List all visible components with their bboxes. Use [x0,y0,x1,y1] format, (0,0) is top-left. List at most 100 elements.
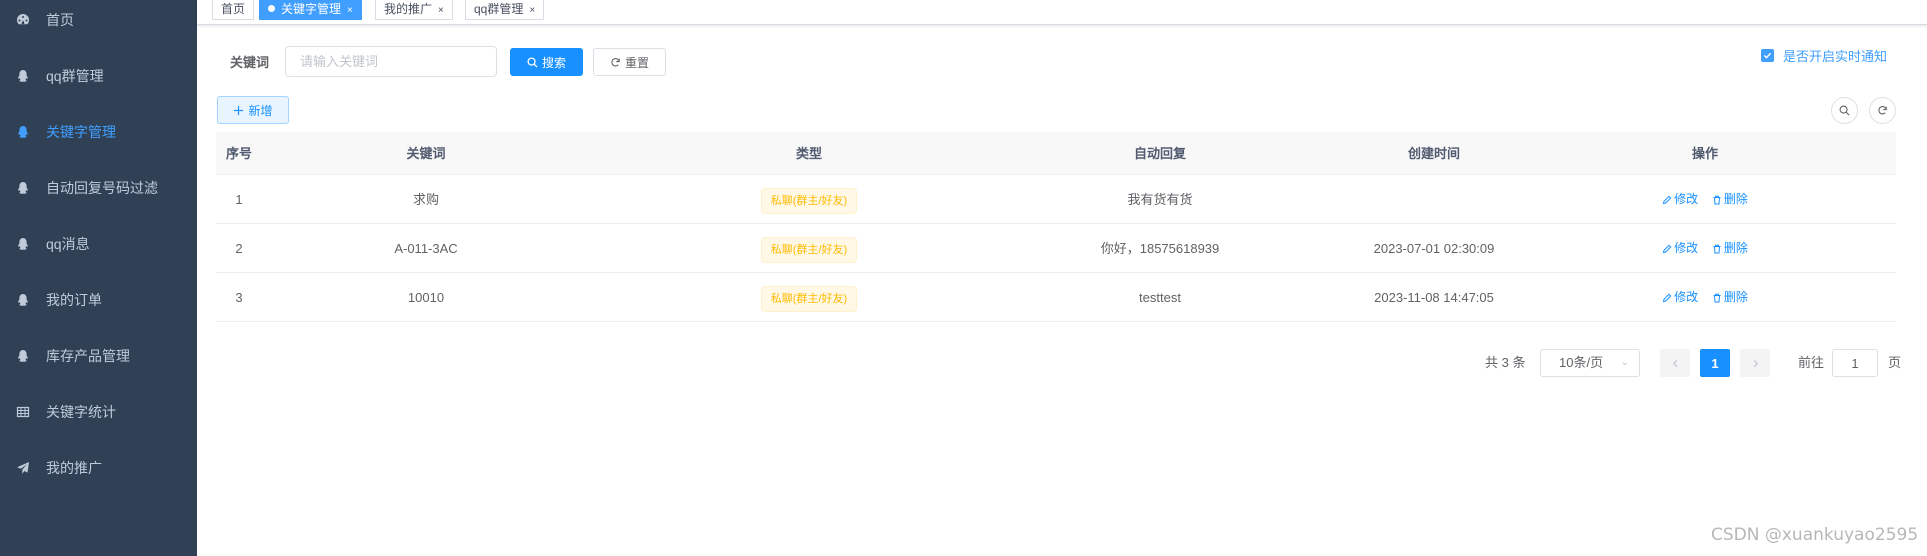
type-tag: 私聊(群主/好友) [760,285,858,312]
trash-icon [1713,293,1721,302]
delete-button[interactable]: 删除 [1712,224,1748,273]
close-icon[interactable]: × [438,5,444,16]
table-row: 3 10010 私聊(群主/好友) testtest 2023-11-08 14… [216,273,1896,322]
page-number-button[interactable]: 1 [1700,349,1730,377]
sidebar-item-label: 首页 [46,12,74,28]
edit-button[interactable]: 修改 [1662,224,1698,273]
sidebar-item-label: 我的推广 [46,460,102,476]
refresh-icon [1878,106,1887,115]
edit-button[interactable]: 修改 [1662,175,1698,224]
refresh-icon [611,57,620,66]
cell-index: 3 [235,290,243,305]
keyword-search-input[interactable] [285,46,497,77]
qq-icon [16,237,30,251]
search-icon [1839,105,1850,116]
realtime-notify-checkbox[interactable]: 是否开启实时通知 [1761,46,1887,65]
delete-label: 删除 [1723,241,1748,255]
next-page-button[interactable] [1740,349,1770,377]
page-size-value: 10条/页 [1559,355,1604,370]
qq-icon [16,349,30,363]
keyword-label: 关键词 [230,55,270,70]
sidebar-item-keyword-stats[interactable]: 关键字统计 [0,384,197,440]
search-button[interactable]: 搜索 [510,48,583,76]
delete-label: 删除 [1723,192,1748,206]
edit-button[interactable]: 修改 [1662,273,1698,322]
qq-icon [16,125,30,139]
table-header: 序号 关键词 类型 自动回复 创建时间 操作 [216,132,1896,175]
prev-page-button[interactable] [1660,349,1690,377]
tag-my-promotion[interactable]: 我的推广 × [375,0,453,20]
qq-icon [16,181,30,195]
cell-actions: 修改 删除 [1624,175,1786,224]
cell-keyword: A-011-3AC [394,241,458,256]
send-icon [16,461,30,475]
sidebar-item-label: 关键字统计 [46,404,116,420]
cell-actions: 修改 删除 [1624,224,1786,273]
qq-icon [16,293,30,307]
pagination-total: 共 3 条 [1485,355,1526,370]
column-header: 类型 [795,146,822,161]
column-header: 操作 [1691,146,1718,161]
cell-type: 私聊(群主/好友) [726,175,892,224]
search-icon [527,56,538,68]
tag-label: 关键字管理 [281,2,342,16]
sidebar-item-qq-messages[interactable]: qq消息 [0,216,197,272]
sidebar-item-my-orders[interactable]: 我的订单 [0,272,197,328]
qq-icon [16,69,30,83]
trash-icon [1713,244,1721,253]
goto-suffix: 页 [1888,355,1902,370]
refresh-table-button[interactable] [1869,97,1896,124]
cell-keyword: 求购 [412,192,439,207]
column-header: 序号 [225,146,252,161]
tag-keyword-management[interactable]: 关键字管理 × [259,0,362,20]
dashboard-icon [16,13,30,27]
reset-button[interactable]: 重置 [593,48,666,76]
plus-icon [234,105,244,115]
table-row: 1 求购 私聊(群主/好友) 我有货有货 修改 删除 [216,175,1896,224]
page-size-select[interactable]: 10条/页 ⌄ [1540,349,1640,377]
cell-type: 私聊(群主/好友) [726,273,892,322]
goto-page-input[interactable] [1832,349,1878,377]
tag-qq-groups[interactable]: qq群管理 × [465,0,545,20]
chevron-right-icon [1753,359,1758,367]
sidebar-item-label: 我的订单 [46,292,102,308]
column-header: 创建时间 [1407,146,1460,161]
cell-index: 2 [235,241,243,256]
close-icon[interactable]: × [529,5,535,16]
add-button-label: 新增 [248,103,273,118]
add-button[interactable]: 新增 [217,96,289,124]
main-content: 首页 关键字管理 × 我的推广 × qq群管理 × 关键词 搜索 重置 是否开启实时通… [197,0,1927,556]
sidebar-item-label: 自动回复号码过滤 [46,180,158,196]
reset-button-label: 重置 [624,55,649,70]
tags-view: 首页 关键字管理 × 我的推广 × qq群管理 × [197,0,1927,25]
cell-reply: 我有货有货 [1127,192,1193,207]
keyword-table: 序号 关键词 类型 自动回复 创建时间 操作 1 求购 私聊(群主/好友) 我有… [216,132,1896,322]
type-tag: 私聊(群主/好友) [760,236,858,263]
toggle-search-button[interactable] [1831,97,1858,124]
sidebar-item-auto-reply-filter[interactable]: 自动回复号码过滤 [0,160,197,216]
cell-created: 2023-07-01 02:30:09 [1373,241,1495,256]
delete-button[interactable]: 删除 [1712,273,1748,322]
active-dot-icon [268,5,275,12]
delete-button[interactable]: 删除 [1712,175,1748,224]
trash-icon [1713,195,1721,204]
search-button-label: 搜索 [541,55,566,70]
cell-reply: 你好，18575618939 [1100,241,1220,256]
tag-label: 首页 [221,2,246,16]
tag-label: 我的推广 [384,2,433,16]
sidebar-item-label: qq群管理 [46,68,104,84]
sidebar-item-qq-groups[interactable]: qq群管理 [0,48,197,104]
sidebar-item-keyword-management[interactable]: 关键字管理 [0,104,197,160]
checkbox-checked-icon [1761,49,1774,62]
sidebar-item-my-promotion[interactable]: 我的推广 [0,440,197,496]
cell-reply: testtest [1139,290,1181,305]
cell-created [1334,175,1534,224]
tag-home[interactable]: 首页 [212,0,255,20]
close-icon[interactable]: × [347,5,353,16]
edit-icon [1663,195,1672,204]
chevron-down-icon: ⌄ [1620,357,1629,368]
sidebar-item-label: 库存产品管理 [46,348,130,364]
sidebar-item-home[interactable]: 首页 [0,0,197,48]
sidebar-item-label: qq消息 [46,236,90,252]
sidebar-item-inventory[interactable]: 库存产品管理 [0,328,197,384]
